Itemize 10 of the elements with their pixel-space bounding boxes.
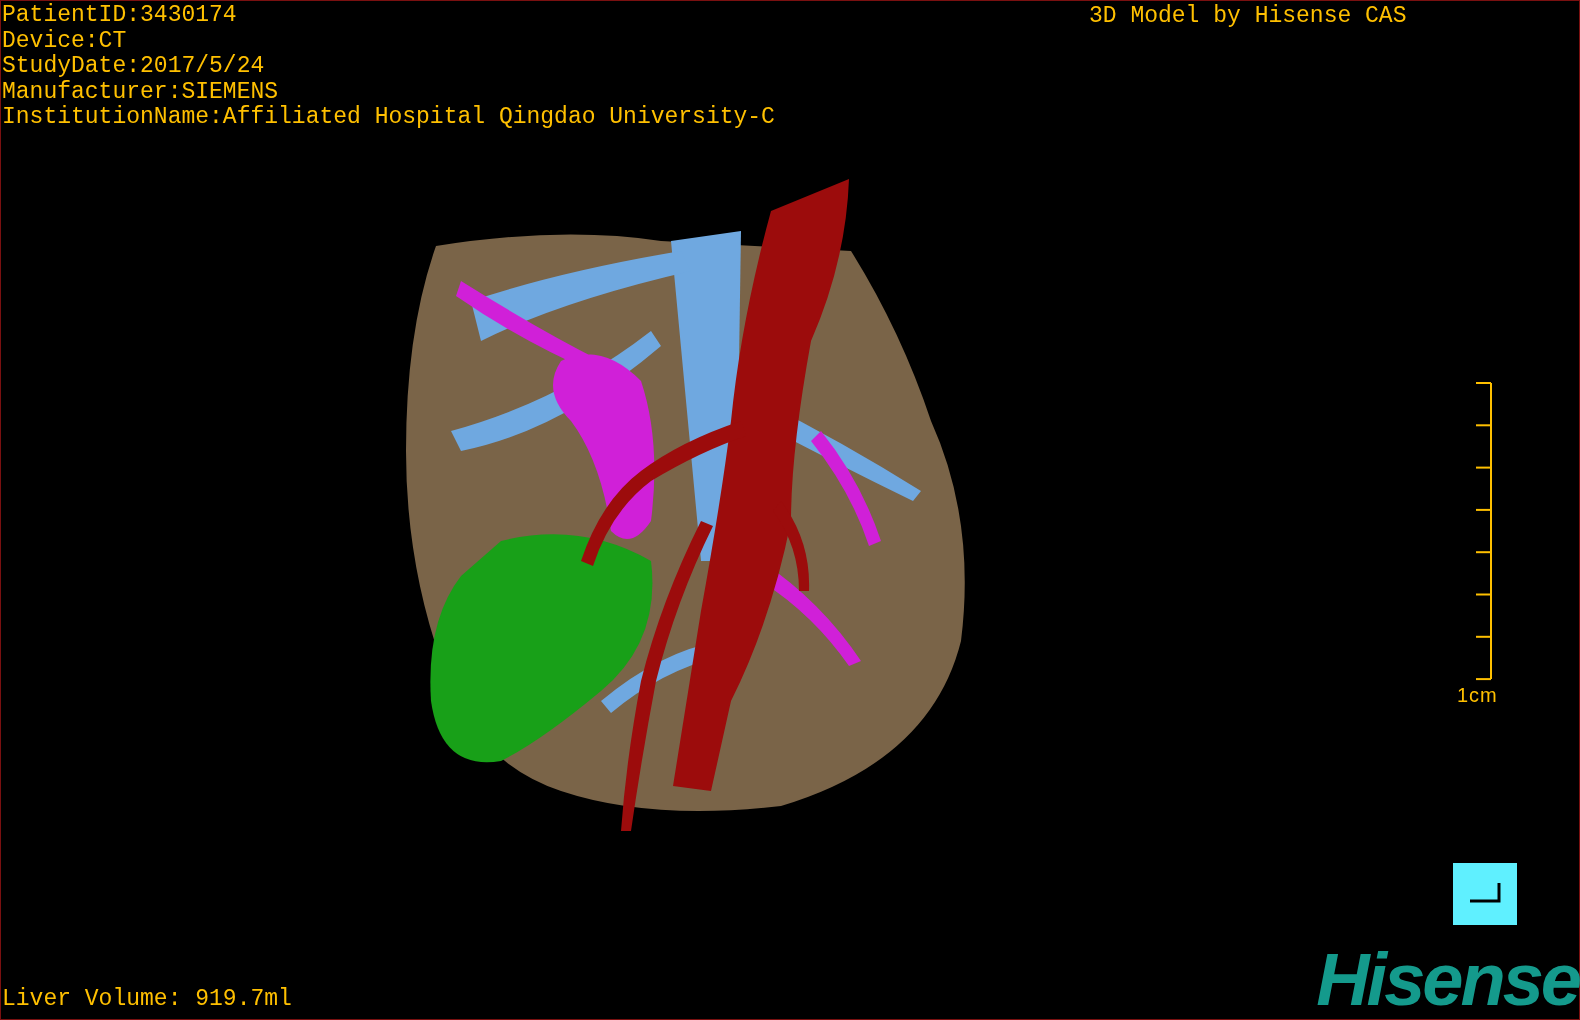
study-info-text: InstitutionName:Affiliated Hospital Qingdao University-C — [2, 105, 775, 131]
view-title: 3D Model by Hisense CAS — [1089, 4, 1407, 29]
scale-label: 1cm — [1457, 684, 1498, 707]
liver-volume-text: Liver Volume: 919.7ml — [2, 987, 292, 1012]
study-info-text: Manufacturer:SIEMENS — [2, 79, 280, 105]
brand-logo: Hisense — [1316, 945, 1579, 1015]
study-info-text: Device:CT — [2, 28, 128, 54]
study-info-text: PatientID:3430174 — [2, 3, 238, 29]
corner-button[interactable] — [1453, 863, 1517, 925]
study-info-text: StudyDate:2017/5/24 — [2, 54, 266, 80]
